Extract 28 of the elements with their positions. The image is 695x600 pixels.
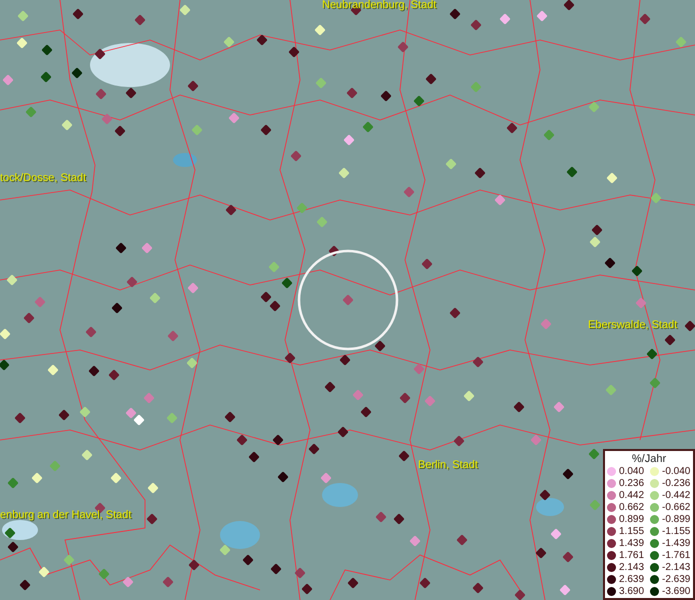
legend-label: -0.662: [662, 502, 690, 512]
legend-label: 3.690: [619, 586, 644, 596]
legend-label: -1.439: [662, 538, 690, 548]
legend-label: -1.761: [662, 550, 690, 560]
place-label: enburg an der Havel, Stadt: [0, 509, 132, 521]
legend-title: %/Jahr: [630, 453, 668, 465]
legend-label: -0.442: [662, 490, 690, 500]
legend-label: -3.690: [662, 586, 690, 596]
legend-label: 0.442: [619, 490, 644, 500]
legend-label: -0.899: [662, 514, 690, 524]
place-label: Neubrandenburg, Stadt: [322, 0, 436, 11]
legend-label: -1.155: [662, 526, 690, 536]
legend-label: 1.439: [619, 538, 644, 548]
legend-label: 0.236: [619, 478, 644, 488]
legend-label: -0.040: [662, 466, 690, 476]
legend-label: 0.662: [619, 502, 644, 512]
place-label: Berlin, Stadt: [418, 459, 478, 471]
legend-label: -0.236: [662, 478, 690, 488]
legend-label: -2.639: [662, 574, 690, 584]
legend-label: -2.143: [662, 562, 690, 572]
place-label: tock/Dosse, Stadt: [0, 172, 86, 184]
place-label: Eberswalde, Stadt: [588, 319, 678, 331]
legend-label: 1.155: [619, 526, 644, 536]
legend-label: 2.143: [619, 562, 644, 572]
legend-label: 0.040: [619, 466, 644, 476]
legend-label: 2.639: [619, 574, 644, 584]
legend-label: 1.761: [619, 550, 644, 560]
legend-label: 0.899: [619, 514, 644, 524]
